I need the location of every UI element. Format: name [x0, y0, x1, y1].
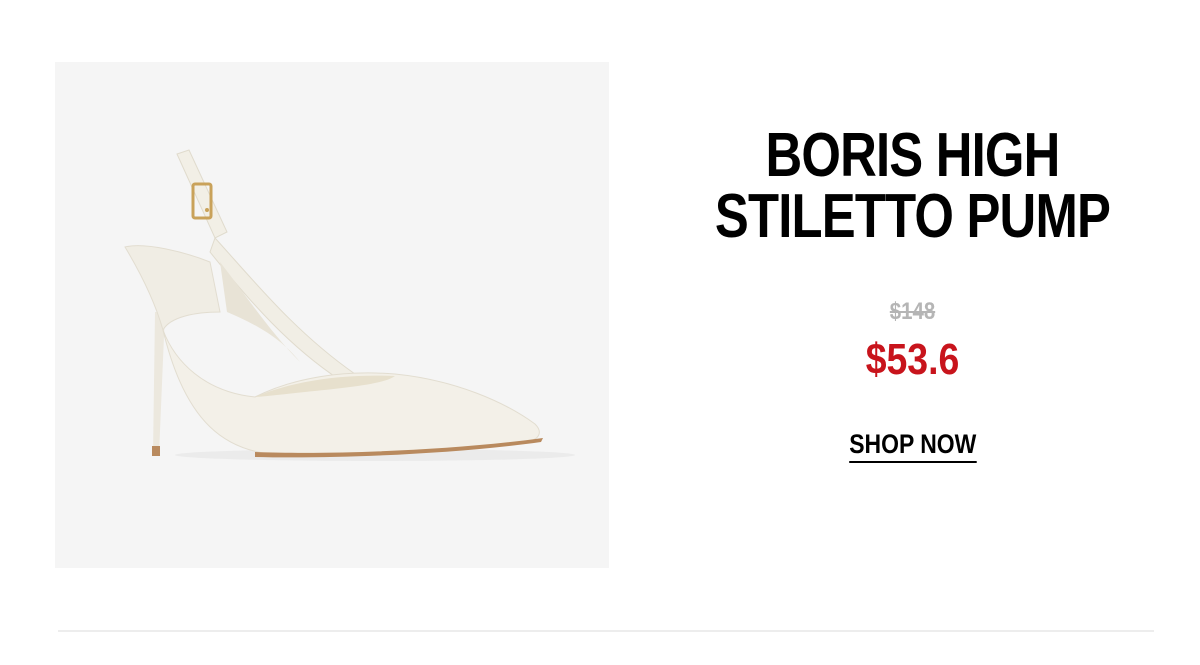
original-price: $148 [889, 298, 936, 325]
product-image[interactable] [55, 62, 609, 568]
product-info: BORIS HIGH STILETTO PUMP $148 $53.6 SHOP… [655, 125, 1170, 463]
section-divider [58, 630, 1154, 632]
product-title[interactable]: BORIS HIGH STILETTO PUMP [701, 125, 1123, 248]
shop-now-link[interactable]: SHOP NOW [848, 429, 977, 463]
sale-price: $53.6 [865, 335, 960, 384]
stiletto-pump-illustration [124, 149, 575, 461]
